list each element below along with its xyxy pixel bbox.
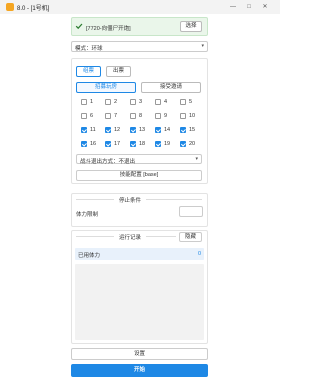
- level-checkbox-label: 8: [139, 112, 143, 119]
- level-checkbox[interactable]: [180, 141, 186, 147]
- level-checkbox-label: 1: [90, 98, 94, 105]
- level-checkbox[interactable]: [155, 141, 161, 147]
- exit-mode-value: 战斗退出方式：不退出: [80, 158, 136, 165]
- level-checkbox[interactable]: [105, 99, 111, 105]
- level-checkbox-label: 18: [139, 140, 146, 147]
- level-checkbox-label: 9: [164, 112, 168, 119]
- level-checkbox[interactable]: [130, 127, 136, 133]
- level-checkbox[interactable]: [155, 99, 161, 105]
- check-icon: [75, 23, 83, 30]
- stamina-used-label: 已用体力: [78, 253, 101, 259]
- divider: [76, 199, 114, 200]
- level-checkbox-label: 6: [90, 112, 94, 119]
- title-bar: 8.0 - [1号机] — □ ✕: [0, 0, 280, 14]
- exit-mode-select[interactable]: 战斗退出方式：不退出 ▾: [76, 154, 202, 165]
- level-checkbox-label: 14: [164, 126, 171, 133]
- level-checkbox-label: 16: [90, 140, 97, 147]
- level-checkbox-label: 10: [189, 112, 196, 119]
- stamina-limit-input[interactable]: [179, 206, 203, 217]
- level-checkbox-label: 5: [189, 98, 193, 105]
- app-icon: [6, 3, 14, 11]
- stamina-used-value: 0: [197, 251, 201, 257]
- level-checkbox[interactable]: [81, 127, 87, 133]
- level-checkbox[interactable]: [81, 113, 87, 119]
- level-checkbox-label: 19: [164, 140, 171, 147]
- level-checkbox-label: 17: [114, 140, 121, 147]
- log-output-area[interactable]: [75, 264, 204, 340]
- level-checkbox-label: 20: [189, 140, 196, 147]
- level-checkbox[interactable]: [180, 127, 186, 133]
- hide-log-button[interactable]: 隐藏: [179, 232, 202, 242]
- level-checkbox[interactable]: [180, 113, 186, 119]
- level-checkbox[interactable]: [81, 99, 87, 105]
- close-button[interactable]: ✕: [258, 2, 272, 12]
- skill-config-button[interactable]: 技能配置 [base]: [76, 170, 202, 181]
- level-checkbox[interactable]: [105, 113, 111, 119]
- run-log-title: 运行记录: [119, 235, 142, 241]
- level-checkbox-label: 13: [139, 126, 146, 133]
- level-checkbox-label: 4: [164, 98, 168, 105]
- maximize-button[interactable]: □: [242, 2, 256, 12]
- stamina-limit-label: 体力限制: [76, 212, 99, 218]
- level-checkbox-label: 11: [90, 126, 96, 133]
- level-checkbox-label: 7: [114, 112, 118, 119]
- tab-out-ticket[interactable]: 出票: [106, 66, 131, 77]
- chevron-down-icon: ▾: [195, 155, 198, 162]
- stamina-used-row: 已用体力 0: [75, 248, 204, 260]
- window-title: 8.0 - [1号机]: [17, 6, 50, 12]
- minimize-button[interactable]: —: [226, 2, 240, 12]
- level-checkbox-label: 2: [114, 98, 118, 105]
- subtab-recruit[interactable]: 招募玩房: [76, 82, 136, 93]
- tab-group-ticket[interactable]: 组票: [76, 66, 101, 77]
- divider: [146, 199, 202, 200]
- game-status-text: [7720-向僵尸开炮]: [86, 26, 131, 32]
- level-checkbox[interactable]: [81, 141, 87, 147]
- game-status-panel: [7720-向僵尸开炮] 选择: [71, 17, 208, 36]
- mode-select-value: 模式：环球: [75, 46, 103, 52]
- level-checkbox[interactable]: [155, 113, 161, 119]
- divider: [76, 236, 114, 237]
- level-checkbox[interactable]: [130, 99, 136, 105]
- level-checkbox-label: 12: [114, 126, 121, 133]
- level-checkbox[interactable]: [130, 113, 136, 119]
- stop-conditions-title: 停止条件: [119, 198, 142, 204]
- start-button[interactable]: 开始: [71, 364, 208, 377]
- chevron-down-icon: ▾: [201, 43, 204, 49]
- level-checkbox[interactable]: [155, 127, 161, 133]
- level-checkbox-label: 3: [139, 98, 143, 105]
- level-checkbox[interactable]: [105, 141, 111, 147]
- level-checkbox-label: 15: [189, 126, 196, 133]
- select-game-button[interactable]: 选择: [180, 21, 202, 32]
- settings-button[interactable]: 设置: [71, 348, 208, 360]
- divider: [146, 236, 176, 237]
- mode-select[interactable]: 模式：环球 ▾: [71, 41, 208, 52]
- level-checkbox[interactable]: [105, 127, 111, 133]
- subtab-accept-invite[interactable]: 接受邀请: [141, 82, 201, 93]
- level-checkbox[interactable]: [130, 141, 136, 147]
- level-checkbox[interactable]: [180, 99, 186, 105]
